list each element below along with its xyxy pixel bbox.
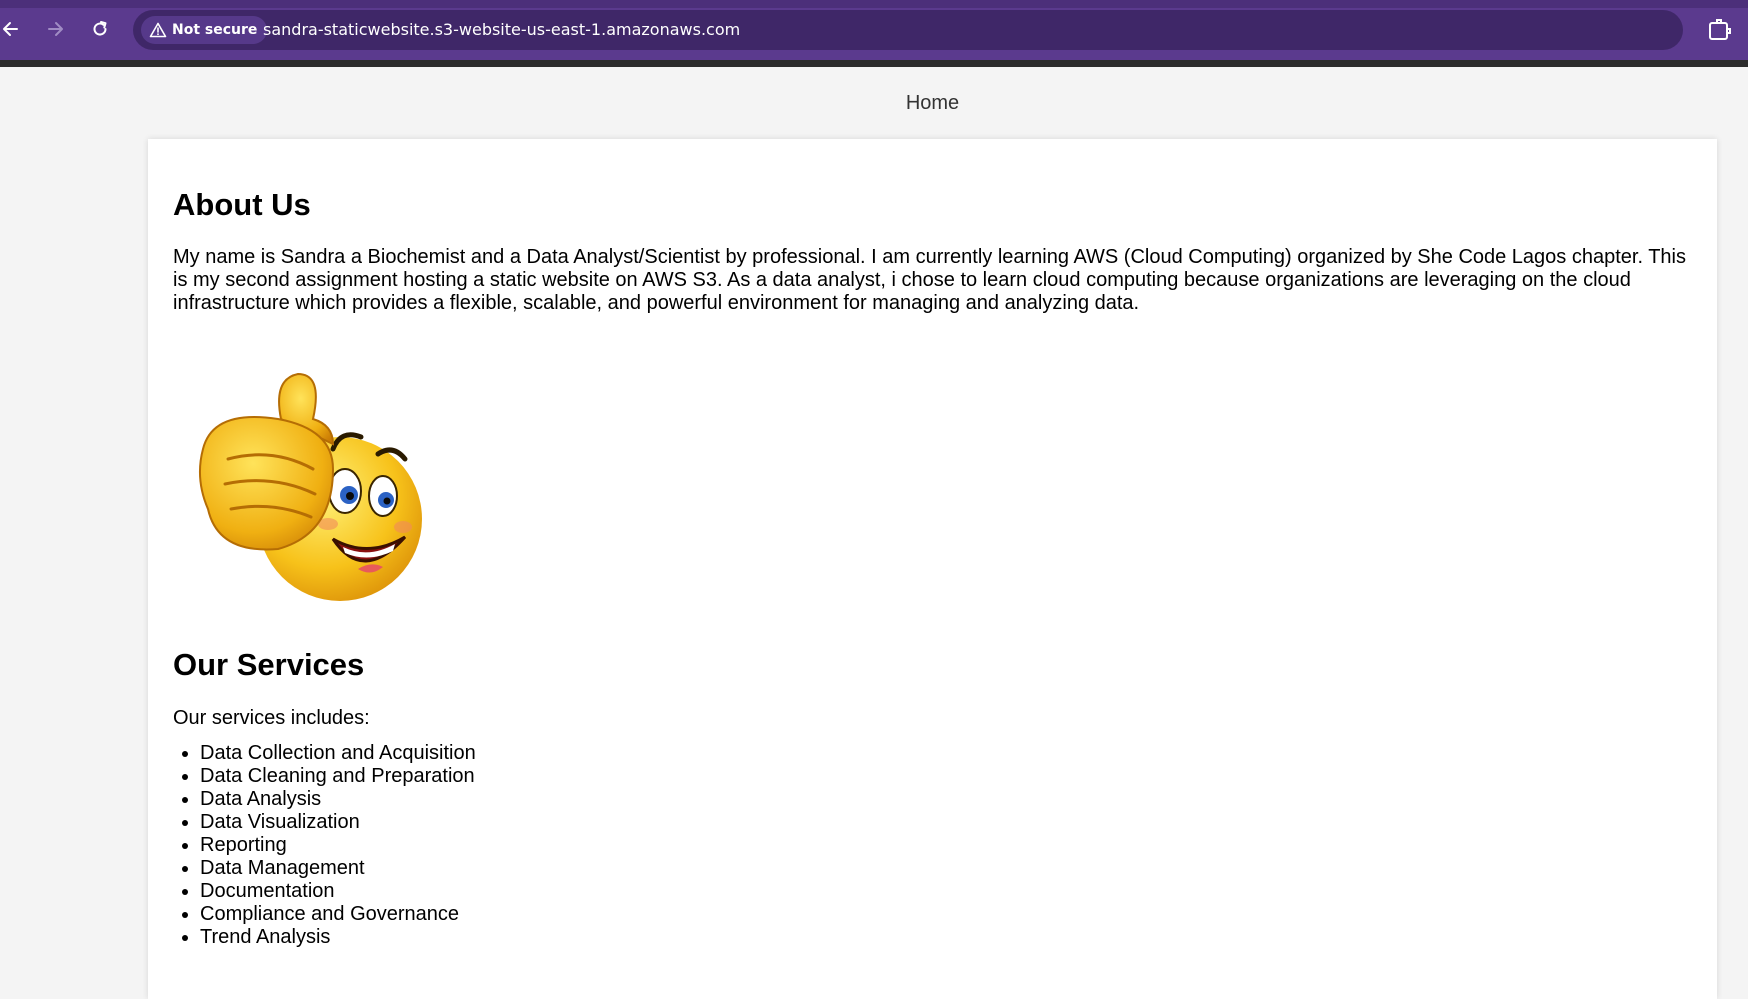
list-item: Data Visualization: [200, 811, 476, 834]
site-nav: Home: [0, 92, 1748, 115]
about-title: About Us: [173, 187, 311, 222]
forward-button[interactable]: [40, 14, 70, 44]
about-text: My name is Sandra a Biochemist and a Dat…: [173, 246, 1686, 314]
extensions-icon[interactable]: [1705, 16, 1733, 44]
address-bar[interactable]: Not secure sandra-staticwebsite.s3-websi…: [133, 10, 1683, 50]
list-item: Data Collection and Acquisition: [200, 742, 476, 765]
url-text[interactable]: sandra-staticwebsite.s3-website-us-east-…: [263, 20, 740, 39]
forward-arrow-icon: [48, 22, 63, 36]
services-intro: Our services includes:: [173, 707, 370, 729]
back-button[interactable]: [0, 14, 26, 44]
list-item: Data Analysis: [200, 788, 476, 811]
list-item: Trend Analysis: [200, 926, 476, 949]
content-card: About Us My name is Sandra a Biochemist …: [148, 139, 1717, 999]
security-indicator[interactable]: Not secure: [141, 16, 268, 44]
back-arrow-icon: [3, 22, 18, 36]
tab-strip: [0, 0, 1748, 8]
list-item: Documentation: [200, 880, 476, 903]
thumbs-up-smiley-icon: [198, 372, 422, 601]
list-item: Data Cleaning and Preparation: [200, 765, 476, 788]
list-item: Reporting: [200, 834, 476, 857]
reload-button[interactable]: [85, 14, 115, 44]
services-list: Data Collection and Acquisition Data Cle…: [173, 742, 476, 949]
list-item: Compliance and Governance: [200, 903, 476, 926]
warning-triangle-icon: [149, 22, 167, 38]
browser-toolbar: Not secure sandra-staticwebsite.s3-websi…: [0, 0, 1748, 60]
services-title: Our Services: [173, 647, 365, 682]
reload-icon: [93, 21, 107, 36]
list-item: Data Management: [200, 857, 476, 880]
toolbar-divider: [0, 60, 1748, 67]
page-viewport: Home About Us My name is Sandra a Bioche…: [0, 67, 1748, 999]
security-label: Not secure: [172, 22, 258, 38]
nav-home-link[interactable]: Home: [906, 92, 959, 114]
